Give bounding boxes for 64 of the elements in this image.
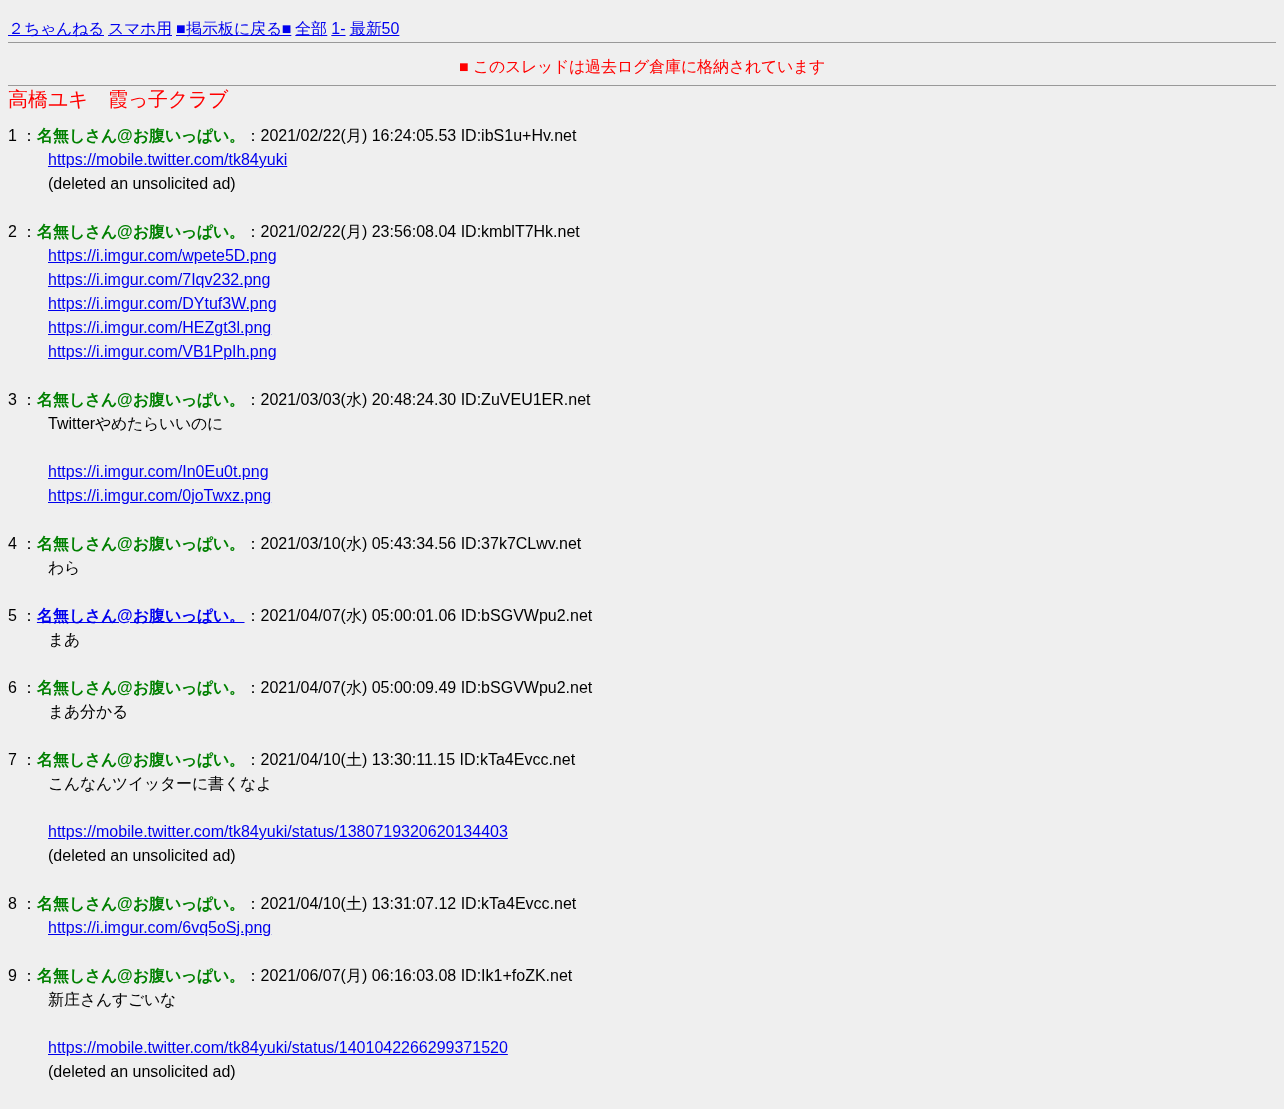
poster-name: 名無しさん@お腹いっぱい。 bbox=[36, 127, 245, 144]
archive-notice: ■ このスレッドは過去ログ倉庫に格納されています bbox=[458, 58, 826, 75]
url-link[interactable]: https://i.imgur.com/VB1PpIh.png bbox=[48, 343, 277, 360]
post-number: 8 bbox=[8, 895, 17, 912]
url-link[interactable]: https://i.imgur.com/7Iqv232.png bbox=[48, 271, 271, 288]
post-number: 1 bbox=[8, 127, 17, 144]
url-link[interactable]: https://mobile.twitter.com/tk84yuki/status/1401042266299371520 bbox=[48, 1039, 508, 1056]
url-link[interactable]: https://i.imgur.com/HEZgt3l.png bbox=[48, 319, 272, 336]
post-meta: ：2021/03/03(水) 20:48:24.30 ID:ZuVEU1ER.net bbox=[244, 391, 591, 408]
url-link[interactable]: https://i.imgur.com/In0Eu0t.png bbox=[48, 463, 269, 480]
poster-name: 名無しさん@お腹いっぱい。 bbox=[36, 223, 245, 240]
poster-name: 名無しさん@お腹いっぱい。 bbox=[36, 535, 245, 552]
post-text: まあ分かる bbox=[48, 702, 129, 722]
post-text: Twitterやめたらいいのに bbox=[48, 414, 225, 434]
post-text: まあ bbox=[48, 630, 81, 650]
poster-name: 名無しさん@お腹いっぱい。 bbox=[36, 751, 245, 768]
post-text: わら bbox=[48, 558, 81, 578]
post-text: (deleted an unsolicited ad) bbox=[48, 1062, 237, 1082]
post-text: 新庄さんすごいな bbox=[48, 990, 177, 1010]
url-link[interactable]: https://i.imgur.com/0joTwxz.png bbox=[48, 487, 272, 504]
poster-name: 名無しさん@お腹いっぱい。 bbox=[36, 679, 245, 696]
url-link[interactable]: https://mobile.twitter.com/tk84yuki bbox=[48, 151, 288, 168]
separator-text: ： bbox=[20, 223, 37, 240]
poster-name: 名無しさん@お腹いっぱい。 bbox=[36, 391, 245, 408]
nav-link[interactable]: ２ちゃんねる bbox=[8, 17, 104, 41]
post-number: 9 bbox=[8, 967, 17, 984]
nav-link[interactable]: 1- bbox=[331, 17, 346, 41]
separator-text: ： bbox=[20, 967, 37, 984]
post-meta: ：2021/04/10(土) 13:30:11.15 ID:kTa4Evcc.net bbox=[244, 751, 576, 768]
post-number: 5 bbox=[8, 607, 17, 624]
post-meta: ：2021/06/07(月) 06:16:03.08 ID:Ik1+foZK.net bbox=[244, 967, 573, 984]
post-number: 6 bbox=[8, 679, 17, 696]
nav-link[interactable]: ■掲示板に戻る■ bbox=[176, 17, 292, 41]
separator-text: ： bbox=[20, 607, 37, 624]
separator-text: ： bbox=[20, 751, 37, 768]
post-meta: ：2021/02/22(月) 16:24:05.53 ID:ibS1u+Hv.net bbox=[244, 127, 577, 144]
url-link[interactable]: https://i.imgur.com/DYtuf3W.png bbox=[48, 295, 277, 312]
nav-link[interactable]: 全部 bbox=[295, 17, 328, 41]
separator-text: ： bbox=[20, 679, 37, 696]
nav-link[interactable]: スマホ用 bbox=[108, 17, 172, 41]
post-text: (deleted an unsolicited ad) bbox=[48, 846, 237, 866]
url-link[interactable]: https://mobile.twitter.com/tk84yuki/status/1380719320620134403 bbox=[48, 823, 508, 840]
post-number: 3 bbox=[8, 391, 17, 408]
post-number: 7 bbox=[8, 751, 17, 768]
post-text: こんなんツイッターに書くなよ bbox=[48, 774, 273, 794]
poster-name: 名無しさん@お腹いっぱい。 bbox=[36, 895, 245, 912]
separator-text: ： bbox=[20, 127, 37, 144]
separator-text: ： bbox=[20, 895, 37, 912]
nav-link[interactable]: 最新50 bbox=[349, 17, 400, 41]
post-number: 4 bbox=[8, 535, 17, 552]
url-link[interactable]: https://i.imgur.com/wpete5D.png bbox=[48, 247, 277, 264]
separator-text: ： bbox=[20, 535, 37, 552]
post-meta: ：2021/02/22(月) 23:56:08.04 ID:kmblT7Hk.net bbox=[244, 223, 580, 240]
thread-title: 高橋ユキ 霞っ子クラブ bbox=[8, 87, 229, 112]
post-meta: ：2021/04/07(水) 05:00:09.49 ID:bSGVWpu2.net bbox=[244, 679, 593, 696]
url-link[interactable]: https://i.imgur.com/6vq5oSj.png bbox=[48, 919, 272, 936]
post-meta: ：2021/03/10(水) 05:43:34.56 ID:37k7CLwv.net bbox=[244, 535, 582, 552]
post-text: (deleted an unsolicited ad) bbox=[48, 174, 237, 194]
poster-name-link[interactable]: 名無しさん@お腹いっぱい。 bbox=[36, 607, 245, 624]
separator-text: ： bbox=[20, 391, 37, 408]
post-meta: ：2021/04/07(水) 05:00:01.06 ID:bSGVWpu2.net bbox=[244, 607, 593, 624]
post-number: 2 bbox=[8, 223, 17, 240]
poster-name: 名無しさん@お腹いっぱい。 bbox=[36, 967, 245, 984]
post-meta: ：2021/04/10(土) 13:31:07.12 ID:kTa4Evcc.net bbox=[244, 895, 577, 912]
